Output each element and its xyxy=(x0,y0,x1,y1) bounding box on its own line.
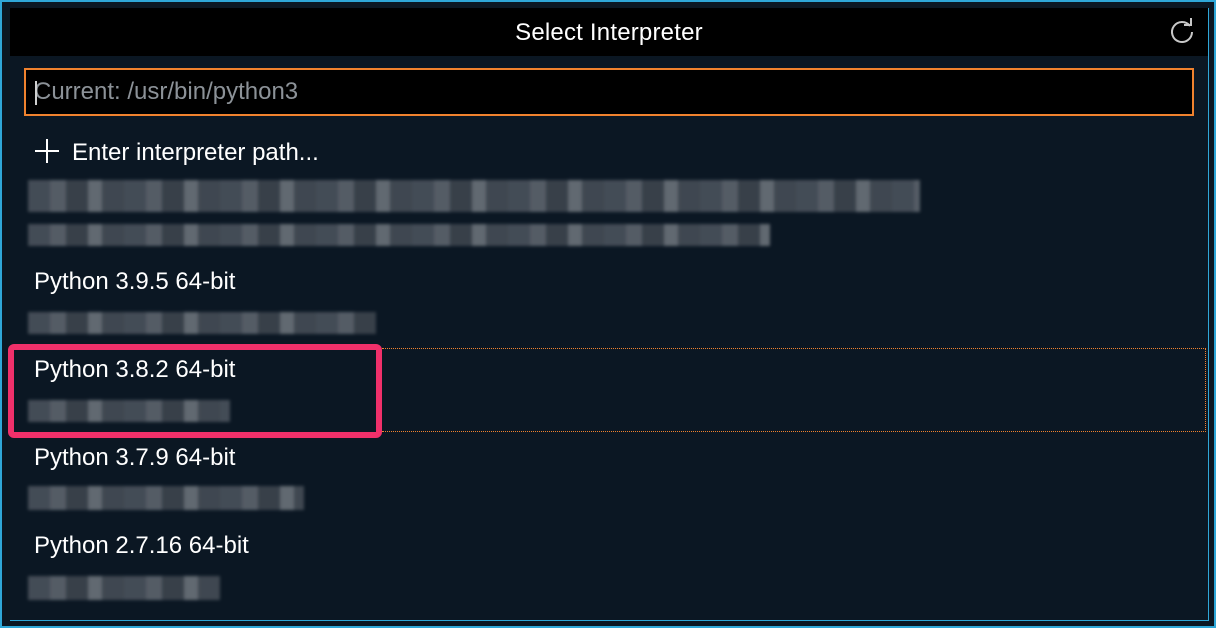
interpreter-list-item[interactable]: Python 2.7.16 64-bit xyxy=(10,528,1208,612)
interpreter-path-redacted xyxy=(28,224,770,246)
interpreter-path-redacted xyxy=(28,576,220,600)
enter-interpreter-path-item[interactable]: Enter interpreter path... xyxy=(10,136,1208,176)
interpreter-search-input[interactable] xyxy=(34,78,1174,106)
quick-pick-title: Select Interpreter xyxy=(515,19,703,46)
interpreter-list-item[interactable] xyxy=(10,224,1208,248)
interpreter-label: Python 2.7.16 64-bit xyxy=(34,532,249,559)
annotation-highlight-box xyxy=(8,344,382,438)
plus-icon xyxy=(35,139,59,163)
text-caret xyxy=(35,81,37,105)
interpreter-search-input-container[interactable] xyxy=(24,68,1194,116)
quick-pick-titlebar: Select Interpreter xyxy=(10,8,1208,56)
interpreter-list-item[interactable]: Python 3.7.9 64-bit xyxy=(10,440,1208,520)
quick-pick-frame: Select Interpreter Enter interpreter pat… xyxy=(0,0,1216,628)
interpreter-path-redacted xyxy=(28,180,920,212)
interpreter-list-item[interactable] xyxy=(10,176,1208,216)
interpreter-label: Python 3.7.9 64-bit xyxy=(34,444,236,471)
interpreter-list-item[interactable]: Python 3.9.5 64-bit xyxy=(10,264,1208,344)
interpreter-path-redacted xyxy=(28,486,304,510)
interpreter-label: Python 3.9.5 64-bit xyxy=(34,268,236,295)
quick-pick-panel: Select Interpreter Enter interpreter pat… xyxy=(8,8,1209,621)
enter-interpreter-path-label: Enter interpreter path... xyxy=(72,139,319,166)
interpreter-path-redacted xyxy=(28,312,376,334)
refresh-icon[interactable] xyxy=(1168,18,1196,46)
